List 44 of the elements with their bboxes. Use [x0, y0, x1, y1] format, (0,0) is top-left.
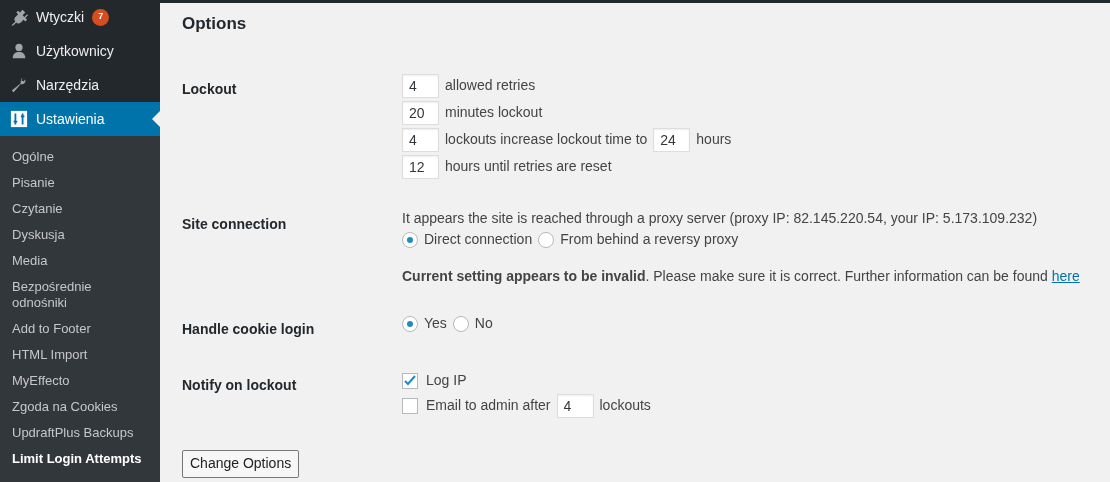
radio-label: From behind a reversy proxy	[560, 230, 739, 249]
submenu-item[interactable]: Ogólne	[0, 144, 160, 170]
number-field[interactable]: 24	[653, 127, 691, 152]
invalid-setting-warning: Current setting appears to be invalid. Please make sure it is correct. Further information can be found here	[402, 266, 1080, 286]
option-label: hours	[696, 130, 732, 149]
setting-label: Notify on lockout	[182, 376, 297, 393]
submenu-item[interactable]: MyEffecto	[0, 368, 160, 394]
number-field[interactable]: 4	[556, 393, 594, 418]
proxy-notice: It appears the site is reached through a proxy server (proxy IP: 82.145.220.54, your IP: 5.173.109.232)	[402, 208, 1039, 228]
option-label: Log IP	[426, 371, 467, 390]
option-label: hours until retries are reset	[445, 157, 612, 176]
number-field[interactable]: 12	[402, 154, 439, 179]
option-label: lockouts increase lockout time to	[445, 130, 648, 149]
number-field[interactable]: 20	[402, 100, 439, 125]
submenu-item[interactable]: HTML Import	[0, 342, 160, 368]
setting-label: Handle cookie login	[182, 320, 315, 337]
submenu-item[interactable]: Add to Footer	[0, 316, 160, 342]
option-label: Email to admin after	[426, 396, 551, 415]
submenu-item[interactable]: Media	[0, 248, 160, 274]
option-label: lockouts	[599, 396, 651, 415]
section-heading: Options	[182, 13, 248, 35]
radio-label: No	[474, 314, 493, 333]
number-field[interactable]: 4	[402, 127, 439, 152]
setting-label: Site connection	[182, 215, 287, 232]
update-count-badge: 7	[92, 8, 110, 26]
menu-item[interactable]: Narzędzia	[0, 68, 160, 102]
setting-label: Lockout	[182, 80, 237, 97]
submenu-item[interactable]: UpdraftPlus Backups	[0, 420, 160, 446]
radio-label: Yes	[424, 314, 447, 333]
menu-item[interactable]: Ustawienia	[0, 102, 160, 136]
option-label: allowed retries	[445, 76, 536, 95]
change-options-button[interactable]: Change Options	[182, 449, 300, 478]
submenu-item[interactable]: Zgoda na Cookies	[0, 394, 160, 420]
menu-item[interactable]: Użytkownicy	[0, 34, 160, 68]
submenu-item[interactable]: Pisanie	[0, 170, 160, 196]
menu-item[interactable]: Wtyczki 7	[0, 0, 160, 34]
submenu-item[interactable]: Czytanie	[0, 196, 160, 222]
option-label: minutes lockout	[445, 103, 543, 122]
radio-label: Direct connection	[424, 230, 533, 249]
here-link[interactable]: here	[1051, 267, 1080, 284]
submenu-item[interactable]: Dyskusja	[0, 222, 160, 248]
number-field[interactable]: 4	[402, 73, 439, 98]
submenu-item[interactable]: Bezpośrednie odnośniki	[0, 274, 160, 316]
submenu-item[interactable]: Limit Login Attempts	[0, 446, 160, 472]
